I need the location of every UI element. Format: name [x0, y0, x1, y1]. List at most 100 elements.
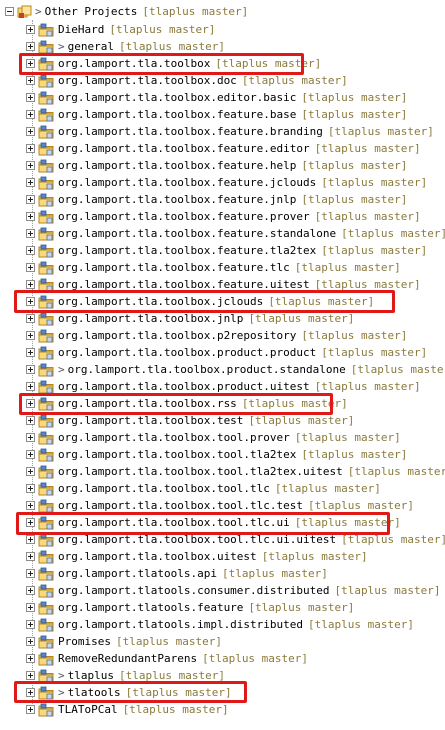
- project-name: org.lamport.tla.toolbox.tool.tlc.test: [58, 499, 304, 512]
- expand-icon[interactable]: [26, 297, 35, 306]
- expand-icon[interactable]: [26, 535, 35, 544]
- expand-icon[interactable]: [26, 654, 35, 663]
- expand-icon[interactable]: [26, 569, 35, 578]
- expand-icon[interactable]: [26, 348, 35, 357]
- tree-item-project[interactable]: org.lamport.tla.toolbox.tool.tlc.ui [tlap…: [0, 515, 445, 532]
- tree-item-project[interactable]: org.lamport.tla.toolbox.jclouds [tlaplus …: [0, 294, 445, 311]
- tree-item-project[interactable]: org.lamport.tla.toolbox.p2repository [tla…: [0, 328, 445, 345]
- tree-item-project[interactable]: org.lamport.tla.toolbox [tlaplus master]: [0, 56, 445, 73]
- project-name: org.lamport.tla.toolbox.tool.tlc.ui: [58, 516, 290, 529]
- java-project-folder-icon: [38, 618, 54, 632]
- java-project-folder-icon: [38, 57, 54, 71]
- tree-item-project[interactable]: org.lamport.tla.toolbox.jnlp [tlaplus mas…: [0, 311, 445, 328]
- expand-icon[interactable]: [26, 688, 35, 697]
- git-branch-annotation: [tlaplus master]: [294, 431, 401, 444]
- git-branch-annotation: [tlaplus master]: [248, 414, 355, 427]
- expand-icon[interactable]: [26, 195, 35, 204]
- expand-icon[interactable]: [26, 382, 35, 391]
- changed-marker: >: [58, 363, 65, 376]
- tree-item-project[interactable]: org.lamport.tla.toolbox.feature.prover [t…: [0, 209, 445, 226]
- expand-icon[interactable]: [26, 416, 35, 425]
- tree-item-project[interactable]: org.lamport.tla.toolbox.tool.tlc.ui.uite…: [0, 532, 445, 549]
- expand-icon[interactable]: [26, 705, 35, 714]
- tree-item-project[interactable]: TLAToPCal [tlaplus master]: [0, 702, 445, 719]
- expand-icon[interactable]: [26, 620, 35, 629]
- tree-root-other-projects[interactable]: > Other Projects [tlaplus master]: [0, 4, 445, 20]
- expand-icon[interactable]: [26, 467, 35, 476]
- tree-item-project[interactable]: org.lamport.tla.toolbox.tool.tla2tex [tla…: [0, 447, 445, 464]
- tree-item-project[interactable]: org.lamport.tlatools.api [tlaplus master]: [0, 566, 445, 583]
- expand-icon[interactable]: [26, 365, 35, 374]
- tree-item-project[interactable]: org.lamport.tla.toolbox.feature.editor [t…: [0, 141, 445, 158]
- tree-item-project[interactable]: org.lamport.tla.toolbox.doc [tlaplus mast…: [0, 73, 445, 90]
- collapse-icon[interactable]: [5, 7, 14, 16]
- expand-icon[interactable]: [26, 93, 35, 102]
- tree-item-project[interactable]: org.lamport.tla.toolbox.tool.tlc.test [tl…: [0, 498, 445, 515]
- expand-icon[interactable]: [26, 637, 35, 646]
- tree-item-project[interactable]: org.lamport.tlatools.consumer.distribute…: [0, 583, 445, 600]
- expand-icon[interactable]: [26, 110, 35, 119]
- tree-item-project[interactable]: > general [tlaplus master]: [0, 39, 445, 56]
- expand-icon[interactable]: [26, 433, 35, 442]
- tree-item-project[interactable]: org.lamport.tlatools.impl.distributed [tl…: [0, 617, 445, 634]
- tree-item-project[interactable]: org.lamport.tla.toolbox.test [tlaplus mas…: [0, 413, 445, 430]
- tree-item-project[interactable]: > tlaplus [tlaplus master]: [0, 668, 445, 685]
- tree-item-project[interactable]: > org.lamport.tla.toolbox.product.standal…: [0, 362, 445, 379]
- expand-icon[interactable]: [26, 552, 35, 561]
- tree-item-project[interactable]: org.lamport.tlatools.feature [tlaplus mas…: [0, 600, 445, 617]
- tree-item-project[interactable]: Promises [tlaplus master]: [0, 634, 445, 651]
- tree-item-project[interactable]: org.lamport.tla.toolbox.feature.uitest [t…: [0, 277, 445, 294]
- tree-item-project[interactable]: org.lamport.tla.toolbox.feature.jnlp [tla…: [0, 192, 445, 209]
- tree-item-project[interactable]: org.lamport.tla.toolbox.feature.help [tla…: [0, 158, 445, 175]
- tree-item-project[interactable]: org.lamport.tla.toolbox.feature.tlc [tlap…: [0, 260, 445, 277]
- expand-icon[interactable]: [26, 161, 35, 170]
- expand-icon[interactable]: [26, 331, 35, 340]
- git-branch-annotation: [tlaplus master]: [314, 278, 421, 291]
- tree-item-project[interactable]: DieHard [tlaplus master]: [0, 22, 445, 39]
- tree-item-project[interactable]: RemoveRedundantParens [tlaplus master]: [0, 651, 445, 668]
- git-branch-annotation: [tlaplus master]: [118, 40, 225, 53]
- expand-icon[interactable]: [26, 229, 35, 238]
- expand-icon[interactable]: [26, 42, 35, 51]
- tree-item-project[interactable]: org.lamport.tla.toolbox.editor.basic [tla…: [0, 90, 445, 107]
- expand-icon[interactable]: [26, 59, 35, 68]
- expand-icon[interactable]: [26, 127, 35, 136]
- tree-item-project[interactable]: > tlatools [tlaplus master]: [0, 685, 445, 702]
- tree-item-project[interactable]: org.lamport.tla.toolbox.rss [tlaplus mast…: [0, 396, 445, 413]
- expand-icon[interactable]: [26, 25, 35, 34]
- tree-item-project[interactable]: org.lamport.tla.toolbox.feature.jclouds […: [0, 175, 445, 192]
- expand-icon[interactable]: [26, 450, 35, 459]
- tree-item-project[interactable]: org.lamport.tla.toolbox.feature.branding…: [0, 124, 445, 141]
- tree-item-project[interactable]: org.lamport.tla.toolbox.tool.prover [tlap…: [0, 430, 445, 447]
- expand-icon[interactable]: [26, 314, 35, 323]
- tree-item-project[interactable]: org.lamport.tla.toolbox.tool.tla2tex.uit…: [0, 464, 445, 481]
- tree-item-project[interactable]: org.lamport.tla.toolbox.product.product […: [0, 345, 445, 362]
- expand-icon[interactable]: [26, 399, 35, 408]
- expand-icon[interactable]: [26, 280, 35, 289]
- expand-icon[interactable]: [26, 671, 35, 680]
- tree-item-project[interactable]: org.lamport.tla.toolbox.feature.tla2tex […: [0, 243, 445, 260]
- expand-icon[interactable]: [26, 484, 35, 493]
- project-name: org.lamport.tla.toolbox.product.standalo…: [67, 363, 346, 376]
- expand-icon[interactable]: [26, 246, 35, 255]
- git-branch-annotation: [tlaplus master]: [321, 176, 428, 189]
- expand-icon[interactable]: [26, 586, 35, 595]
- project-name: org.lamport.tla.toolbox.feature.tla2tex: [58, 244, 317, 257]
- expand-icon[interactable]: [26, 518, 35, 527]
- tree-item-project[interactable]: org.lamport.tla.toolbox.uitest [tlaplus m…: [0, 549, 445, 566]
- expand-icon[interactable]: [26, 144, 35, 153]
- tree-item-project[interactable]: org.lamport.tla.toolbox.feature.standalo…: [0, 226, 445, 243]
- tree-item-project[interactable]: org.lamport.tla.toolbox.tool.tlc [tlaplus…: [0, 481, 445, 498]
- expand-icon[interactable]: [26, 501, 35, 510]
- expand-icon[interactable]: [26, 603, 35, 612]
- git-branch-annotation: [tlaplus master]: [115, 635, 222, 648]
- tree-item-project[interactable]: org.lamport.tla.toolbox.feature.base [tla…: [0, 107, 445, 124]
- expand-icon[interactable]: [26, 263, 35, 272]
- expand-icon[interactable]: [26, 212, 35, 221]
- git-branch-annotation: [tlaplus master]: [241, 74, 348, 87]
- expand-icon[interactable]: [26, 76, 35, 85]
- java-project-folder-icon: [38, 329, 54, 343]
- expand-icon[interactable]: [26, 178, 35, 187]
- tree-item-project[interactable]: org.lamport.tla.toolbox.product.uitest [t…: [0, 379, 445, 396]
- java-project-folder-icon: [38, 703, 54, 717]
